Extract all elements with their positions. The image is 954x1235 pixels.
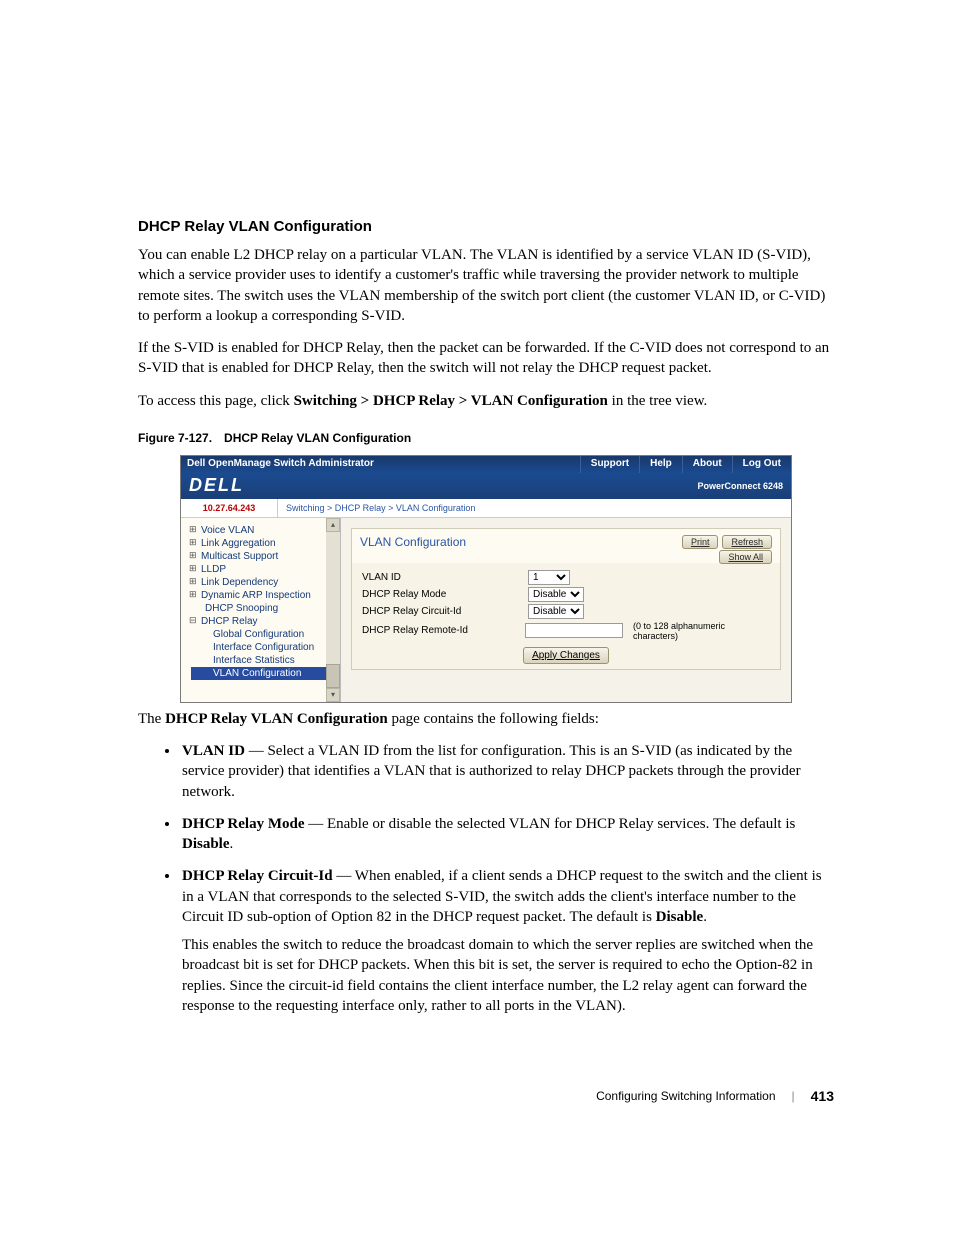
breadcrumb[interactable]: Switching > DHCP Relay > VLAN Configurat…	[278, 499, 483, 517]
tree-vlan-configuration[interactable]: VLAN Configuration	[191, 667, 336, 680]
footer-page-number: 413	[811, 1088, 834, 1104]
footer-chapter: Configuring Switching Information	[596, 1089, 775, 1103]
product-name: PowerConnect 6248	[697, 481, 783, 491]
app-screenshot: Dell OpenManage Switch Administrator Sup…	[180, 455, 792, 703]
label-relay-mode: DHCP Relay Mode	[362, 589, 528, 600]
relay-mode-select[interactable]: Disable	[528, 587, 584, 602]
label-remote-id: DHCP Relay Remote-Id	[362, 625, 525, 636]
scroll-thumb[interactable]	[326, 664, 340, 688]
support-button[interactable]: Support	[580, 456, 639, 473]
tree-dhcp-snooping[interactable]: DHCP Snooping	[191, 602, 336, 615]
tree-link-aggregation[interactable]: Link Aggregation	[191, 537, 336, 550]
footer-separator: |	[792, 1089, 795, 1103]
panel-title: VLAN Configuration	[360, 535, 678, 549]
section-heading: DHCP Relay VLAN Configuration	[138, 218, 834, 235]
remote-id-hint: (0 to 128 alphanumeric characters)	[633, 621, 770, 641]
tree-link-dependency[interactable]: Link Dependency	[191, 576, 336, 589]
field-item-vlan-id: VLAN ID — Select a VLAN ID from the list…	[180, 741, 834, 802]
figure-caption: Figure 7-127.DHCP Relay VLAN Configurati…	[138, 431, 834, 445]
scroll-up-icon[interactable]: ▴	[326, 518, 340, 532]
dell-logo: DELL	[189, 475, 244, 496]
circuit-id-select[interactable]: Disable	[528, 604, 584, 619]
tree-lldp[interactable]: LLDP	[191, 563, 336, 576]
nav-tree: Voice VLAN Link Aggregation Multicast Su…	[181, 518, 341, 702]
fields-intro: The DHCP Relay VLAN Configuration page c…	[138, 709, 834, 729]
nav-instruction: To access this page, click Switching > D…	[138, 391, 834, 411]
fields-list: VLAN ID — Select a VLAN ID from the list…	[138, 741, 834, 1016]
show-all-button[interactable]: Show All	[719, 550, 772, 564]
tree-interface-statistics[interactable]: Interface Statistics	[191, 654, 336, 667]
scroll-down-icon[interactable]: ▾	[326, 688, 340, 702]
paragraph: If the S-VID is enabled for DHCP Relay, …	[138, 338, 834, 379]
main-panel: VLAN Configuration Print Refresh Show Al…	[341, 518, 791, 702]
tree-multicast-support[interactable]: Multicast Support	[191, 550, 336, 563]
field-item-relay-mode: DHCP Relay Mode — Enable or disable the …	[180, 814, 834, 855]
paragraph: You can enable L2 DHCP relay on a partic…	[138, 245, 834, 326]
tree-voice-vlan[interactable]: Voice VLAN	[191, 524, 336, 537]
help-button[interactable]: Help	[639, 456, 682, 473]
brand-bar: DELL PowerConnect 6248	[181, 473, 791, 499]
window-titlebar: Dell OpenManage Switch Administrator Sup…	[181, 456, 791, 473]
tree-scrollbar[interactable]: ▴ ▾	[326, 518, 340, 702]
label-vlan-id: VLAN ID	[362, 572, 528, 583]
page-footer: Configuring Switching Information | 413	[138, 1088, 834, 1104]
tree-global-configuration[interactable]: Global Configuration	[191, 628, 336, 641]
device-ip[interactable]: 10.27.64.243	[181, 499, 278, 517]
tree-dynamic-arp[interactable]: Dynamic ARP Inspection	[191, 589, 336, 602]
logout-button[interactable]: Log Out	[732, 456, 791, 473]
about-button[interactable]: About	[682, 456, 732, 473]
vlan-id-select[interactable]: 1	[528, 570, 570, 585]
breadcrumb-bar: 10.27.64.243 Switching > DHCP Relay > VL…	[181, 499, 791, 518]
tree-dhcp-relay[interactable]: DHCP Relay	[191, 615, 336, 628]
tree-interface-configuration[interactable]: Interface Configuration	[191, 641, 336, 654]
apply-changes-button[interactable]: Apply Changes	[523, 647, 609, 664]
print-button[interactable]: Print	[682, 535, 719, 549]
field-item-circuit-id: DHCP Relay Circuit-Id — When enabled, if…	[180, 866, 834, 1016]
remote-id-input[interactable]	[525, 623, 623, 638]
refresh-button[interactable]: Refresh	[722, 535, 772, 549]
field-circuit-followup: This enables the switch to reduce the br…	[182, 935, 834, 1016]
window-title: Dell OpenManage Switch Administrator	[181, 456, 580, 473]
label-circuit-id: DHCP Relay Circuit-Id	[362, 606, 528, 617]
